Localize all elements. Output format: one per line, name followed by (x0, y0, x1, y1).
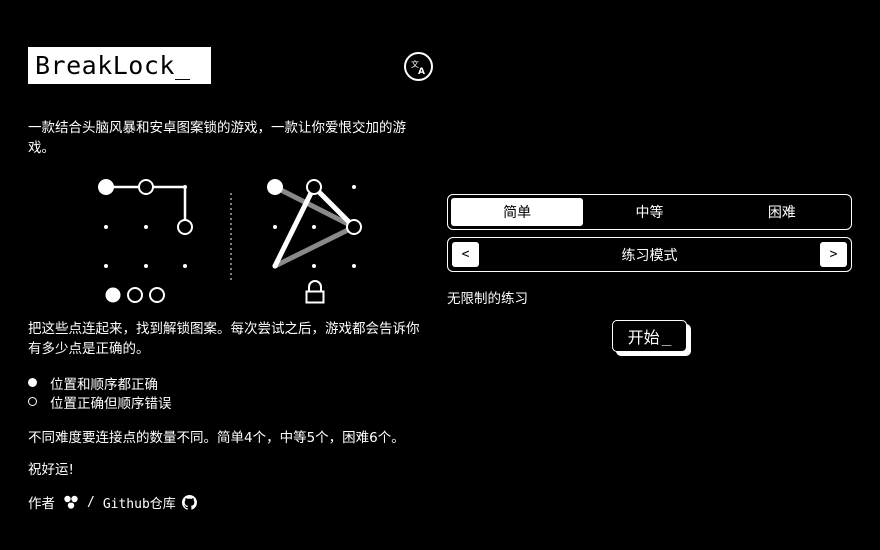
author-link[interactable] (63, 494, 79, 510)
difficulty-note: 不同难度要连接点的数量不同。简单4个，中等5个，困难6个。 (28, 430, 405, 446)
mode-prev-button[interactable]: < (452, 242, 479, 267)
translate-icon: 文 A (411, 59, 425, 76)
github-link[interactable]: Github仓库 (103, 493, 176, 512)
mode-description: 无限制的练习 (447, 291, 528, 307)
svg-text:A: A (418, 67, 425, 76)
hollow-dot-icon (28, 397, 37, 406)
start-button[interactable]: 开始 _ (612, 320, 687, 352)
lock-icon (305, 280, 325, 304)
pattern-solution-icon (267, 179, 362, 269)
tab-hard[interactable]: 困难 (716, 198, 848, 226)
app-logo: BreakLock_ (28, 47, 211, 84)
legend-label: 位置正确但顺序错误 (50, 395, 172, 412)
start-button-label: 开始 (627, 328, 660, 347)
tab-easy[interactable]: 简单 (451, 198, 584, 226)
legend-label: 位置和顺序都正确 (50, 376, 158, 393)
footer: 作者 / Github仓库 (28, 492, 197, 512)
demo-illustration (98, 179, 362, 304)
legend-item-misplaced: 位置正确但顺序错误 (28, 392, 172, 412)
language-toggle-button[interactable]: 文 A (404, 52, 433, 81)
pattern-attempt-icon (98, 179, 193, 268)
mode-selector: < 练习模式 > (447, 237, 852, 272)
difficulty-tabs: 简单 中等 困难 (447, 194, 852, 230)
result-legend: 位置和顺序都正确 位置正确但顺序错误 (28, 373, 172, 412)
attempt-result-markers (105, 287, 165, 303)
start-button-caret: _ (661, 326, 672, 346)
instructions-text: 把这些点连起来，找到解锁图案。每次尝试之后，游戏都会告诉你有多少点是正确的。 (28, 321, 420, 357)
github-icon[interactable] (181, 494, 197, 510)
mode-next-button[interactable]: > (820, 242, 847, 267)
mode-label: 练习模式 (621, 247, 678, 264)
intro-text: 一款结合头脑风暴和安卓图案锁的游戏，一款让你爱恨交加的游戏。 (28, 120, 406, 156)
start-button-wrapper: 开始 _ (612, 320, 691, 356)
tab-medium[interactable]: 中等 (583, 198, 715, 226)
footer-separator: / (87, 494, 95, 510)
good-luck-text: 祝好运! (28, 462, 74, 478)
author-logo-icon (64, 495, 78, 509)
legend-item-correct: 位置和顺序都正确 (28, 373, 172, 393)
author-label: 作者 (28, 496, 55, 512)
filled-dot-icon (28, 378, 37, 387)
page: BreakLock_ 文 A 一款结合头脑风暴和安卓图案锁的游戏，一款让你爱恨交… (0, 0, 880, 550)
